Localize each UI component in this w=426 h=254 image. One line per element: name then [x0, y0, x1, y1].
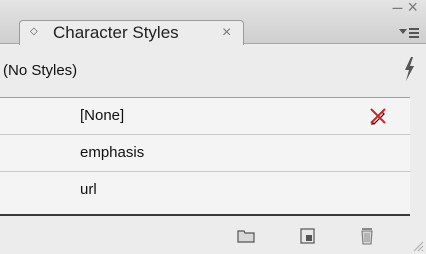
styles-list: [None] emphasis url: [0, 97, 410, 216]
trash-icon[interactable]: [357, 226, 377, 246]
tab-close-icon[interactable]: ×: [222, 23, 231, 43]
panel-bottom-bar: [0, 216, 426, 254]
list-scroll-track[interactable]: [410, 97, 426, 216]
style-label: emphasis: [80, 144, 145, 161]
pencil-crossed-icon: [370, 108, 386, 125]
character-styles-panel: ◇ Character Styles × – × (No Styles) [No…: [0, 0, 426, 254]
tab-title: Character Styles: [53, 23, 179, 42]
list-item-none[interactable]: [None]: [0, 98, 410, 135]
resize-grip-icon[interactable]: [412, 240, 424, 252]
panel-tab-bar: ◇ Character Styles × – ×: [0, 0, 426, 45]
style-label: [None]: [80, 107, 125, 124]
list-item-url[interactable]: url: [0, 172, 410, 210]
lightning-bolt-icon[interactable]: [402, 56, 416, 82]
window-buttons[interactable]: – ×: [392, 0, 418, 17]
style-header-row: (No Styles): [0, 45, 426, 95]
tab-character-styles[interactable]: ◇ Character Styles ×: [19, 20, 244, 45]
folder-icon[interactable]: [236, 226, 256, 246]
new-page-icon[interactable]: [298, 226, 318, 246]
current-style-label: (No Styles): [3, 62, 78, 79]
panel-menu-icon[interactable]: [398, 26, 420, 40]
style-label: url: [80, 181, 97, 198]
tab-toggle-icon[interactable]: ◇: [30, 27, 38, 37]
list-item-emphasis[interactable]: emphasis: [0, 135, 410, 172]
